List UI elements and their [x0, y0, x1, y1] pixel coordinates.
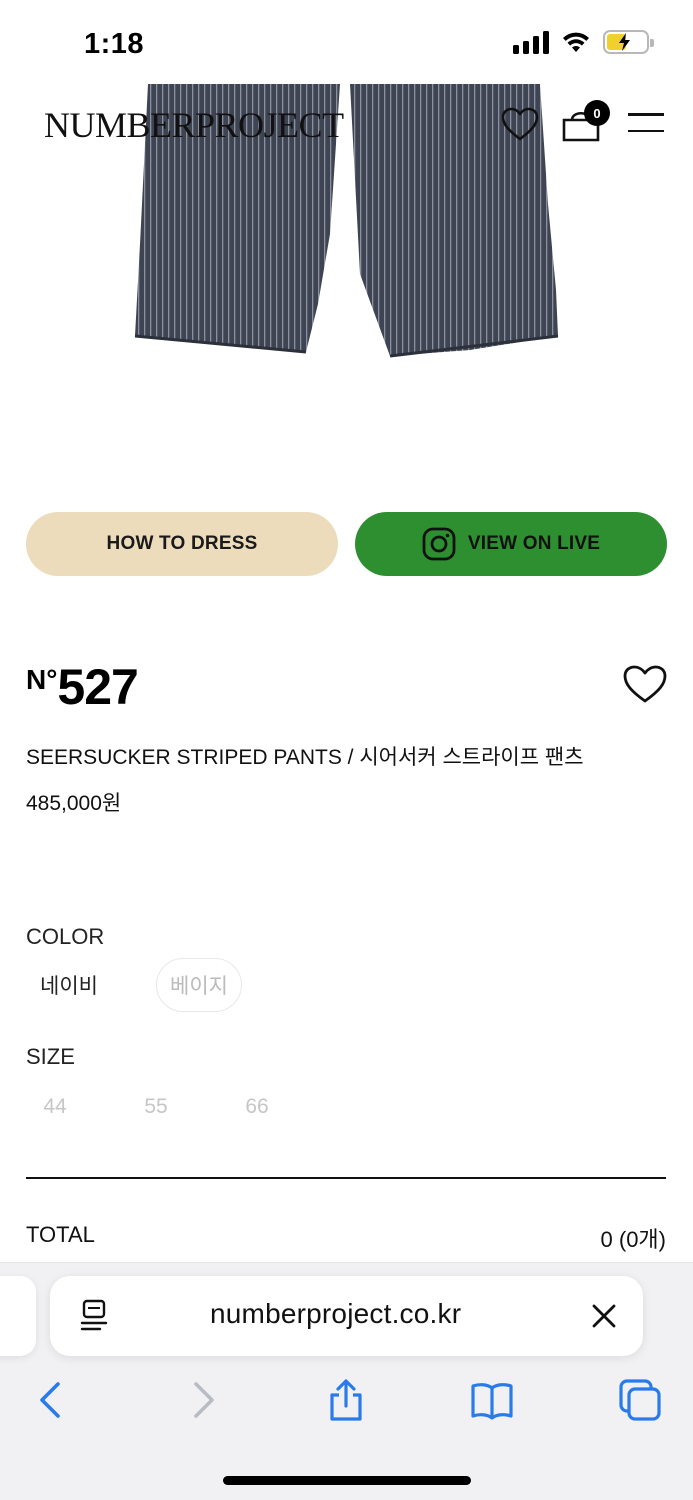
battery-charging-icon — [603, 30, 654, 54]
status-icons — [513, 30, 654, 54]
heart-icon[interactable] — [500, 106, 540, 142]
cart-count-badge: 0 — [584, 100, 610, 126]
product-number: N° 527 — [26, 659, 139, 715]
total-value: 0 (0개) — [600, 1227, 666, 1252]
view-on-live-label: VIEW ON LIVE — [467, 533, 601, 554]
product-price: 485,000원 — [26, 792, 122, 815]
view-on-live-button[interactable]: VIEW ON LIVE — [355, 512, 667, 576]
size-option-66[interactable]: 66 — [227, 1091, 287, 1123]
total-label: TOTAL — [26, 1222, 95, 1247]
signal-icon — [513, 30, 549, 54]
status-time: 1:18 — [84, 28, 145, 60]
color-option-beige[interactable]: 베이지 — [156, 958, 242, 1012]
size-option-44[interactable]: 44 — [25, 1091, 85, 1123]
wifi-icon — [563, 32, 589, 52]
site-logo[interactable]: NUMBERPROJECT — [44, 104, 344, 146]
size-label: SIZE — [26, 1044, 75, 1069]
status-bar: 1:18 — [0, 0, 693, 84]
size-option-55[interactable]: 55 — [126, 1091, 186, 1123]
home-indicator[interactable] — [223, 1476, 471, 1485]
back-icon[interactable] — [30, 1378, 74, 1422]
reader-icon[interactable] — [80, 1299, 108, 1333]
bookmarks-icon[interactable] — [470, 1378, 514, 1422]
tabs-icon[interactable] — [618, 1378, 662, 1422]
menu-icon[interactable] — [628, 113, 664, 135]
forward-icon[interactable] — [180, 1378, 224, 1422]
color-option-navy[interactable]: 네이비 — [26, 958, 112, 1012]
divider — [26, 1177, 666, 1179]
how-to-dress-label: HOW TO DRESS — [106, 533, 258, 554]
product-name: SEERSUCKER STRIPED PANTS / 시어서커 스트라이프 팬츠 — [26, 746, 584, 769]
wishlist-heart-icon[interactable] — [622, 664, 668, 704]
color-label: COLOR — [26, 924, 105, 949]
product-number-value: 527 — [57, 659, 138, 715]
instagram-icon — [422, 527, 456, 561]
previous-tab-peek[interactable] — [0, 1276, 36, 1356]
url-text[interactable]: numberproject.co.kr — [210, 1298, 461, 1330]
product-number-prefix: N° — [26, 664, 58, 695]
how-to-dress-button[interactable]: HOW TO DRESS — [26, 512, 338, 576]
close-icon[interactable] — [590, 1302, 618, 1330]
share-icon[interactable] — [324, 1378, 368, 1422]
